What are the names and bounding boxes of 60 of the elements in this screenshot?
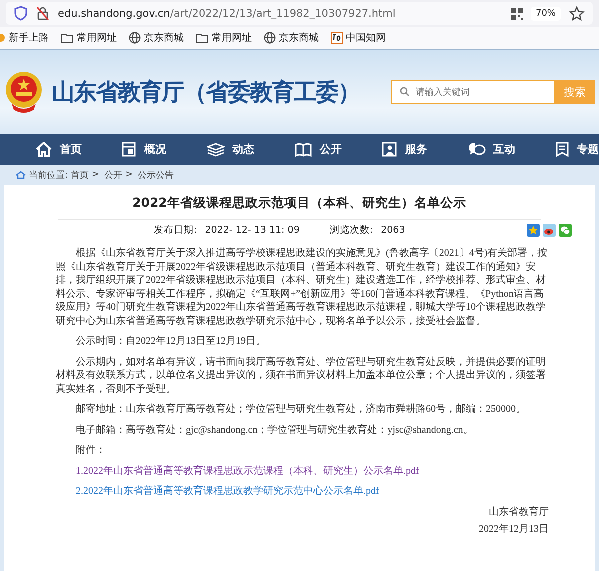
url-path[interactable]: /art/2022/12/13/art_11982_10307927.html	[170, 8, 396, 20]
nav-item[interactable]: 概况	[122, 142, 166, 157]
site-title: 山东省教育厅（省委教育工委）	[52, 78, 360, 108]
nav-item[interactable]: 服务	[382, 142, 428, 157]
attachment-link[interactable]: 2.2022年山东省普通高等教育课程思政教学研究示范中心公示名单.pdf	[76, 486, 380, 497]
shield-icon[interactable]	[14, 6, 28, 21]
signature-text: 山东省教育厅	[488, 506, 549, 519]
star-icon[interactable]	[569, 6, 585, 22]
article-title: 2022年省级课程思政示范项目（本科、研究生）名单公示	[58, 195, 541, 220]
breadcrumb-separator: >	[126, 170, 134, 180]
weibo-icon[interactable]	[543, 224, 556, 237]
national-emblem-icon	[4, 70, 44, 114]
nav-item[interactable]: 动态	[206, 142, 255, 157]
bookmark-link[interactable]: 常用网址	[77, 31, 117, 45]
breadcrumb-label: 当前位置:	[29, 170, 68, 182]
body-paragraph: 公示期内，如对名单有异议，请书面向我厅高等教育处、学位管理与研究生教育处反映，并提供必要的证明材料及有效联系方式，以单位名义提出异议的，须在书面异议材料上加盖本单位公章；个人提出异议的，须签署真实姓名，否则不予受理。	[56, 356, 547, 396]
insecure-lock-icon[interactable]	[36, 6, 50, 21]
folder-icon	[196, 32, 209, 44]
breadcrumb-separator: >	[92, 170, 100, 180]
meta-value: 2022- 12- 13 11: 09	[205, 225, 300, 236]
search-icon	[400, 87, 410, 97]
body-paragraph: 公示时间：自2022年12月13日至12月19日。	[75, 335, 267, 348]
book-icon	[294, 142, 312, 156]
stack-icon	[206, 142, 225, 156]
attachment-link[interactable]: 1.2022年山东省普通高等教育课程思政示范课程（本科、研究生）公示名单.pdf	[76, 466, 420, 476]
bookmark-link[interactable]: 常用网址	[212, 31, 252, 45]
breadcrumb-link[interactable]: 公示公告	[138, 168, 174, 182]
body-paragraph: 邮寄地址：山东省教育厅高等教育处；学位管理与研究生教育处，济南市舜耕路60号，邮编：250000。	[75, 403, 527, 416]
calligraphy-logo-icon	[331, 32, 343, 44]
url-host[interactable]: edu.shandong.gov.cn	[58, 8, 170, 20]
panel-icon	[122, 142, 136, 157]
bookmark-link[interactable]: 中国知网	[346, 31, 386, 45]
bookmark-link[interactable]: 京东商城	[144, 31, 184, 45]
nav-item[interactable]: 首页	[36, 142, 82, 157]
nav-item[interactable]: 公开	[294, 142, 342, 157]
zoom-level[interactable]: 70%	[530, 6, 561, 20]
search-field[interactable]: 请输入关键词	[391, 80, 555, 104]
breadcrumb-link[interactable]: 首页	[71, 168, 90, 182]
body-paragraph: 附件：	[75, 444, 107, 458]
home-icon	[36, 142, 52, 157]
bookmark-link[interactable]: 京东商城	[279, 31, 319, 45]
chat-icon	[468, 142, 486, 157]
nav-item[interactable]: 专题	[556, 142, 599, 157]
breadcrumb-link[interactable]: 公开	[104, 168, 123, 182]
body-paragraph: 电子邮箱：高等教育处：gjc@shandong.cn；学位管理与研究生教育处：yjsc@shandong.cn。	[75, 424, 474, 437]
body-paragraph: 根据《山东省教育厅关于深入推进高等学校课程思政建设的实施意见》(鲁教高字〔2021〕4号)有关部署，按照《山东省教育厅关于开展2022年省级课程思政示范项目（普通本科教育、研究生教育）建设工作的通知》安排，我厅组织开展了2022年省级课程思政示范项目（本科、研究生）建设遴选工作，经学校推荐、形式审查、材料公示、专家评审等相关工作程序，拟确定《“互联网+”创新应用》等160门普通本科教育课程、《Python语言高级应用》等40门研究生教育课程为2022年山东省普通高等教育课程思政示范课程，聊城大学等10个课程思政教学研究中心为山东省普通高等教育课程思政教学研究示范中心，现将名单予以公示，接受社会监督。	[56, 247, 549, 328]
id-card-icon	[382, 142, 398, 157]
signature-text: 2022年12月13日	[478, 523, 549, 536]
folder-icon	[61, 32, 74, 44]
star-share-icon[interactable]	[527, 224, 540, 237]
meta-label: 发布日期:	[154, 224, 198, 237]
qr-code-icon[interactable]	[510, 8, 523, 20]
globe-icon	[129, 32, 141, 44]
nav-item[interactable]: 互动	[468, 142, 516, 157]
document-icon	[556, 142, 569, 157]
globe-icon	[264, 32, 276, 44]
meta-label: 浏览次数:	[330, 224, 374, 237]
bookmark-link[interactable]: 新手上路	[9, 31, 49, 45]
home-icon	[16, 171, 26, 179]
meta-value: 2063	[381, 225, 406, 236]
